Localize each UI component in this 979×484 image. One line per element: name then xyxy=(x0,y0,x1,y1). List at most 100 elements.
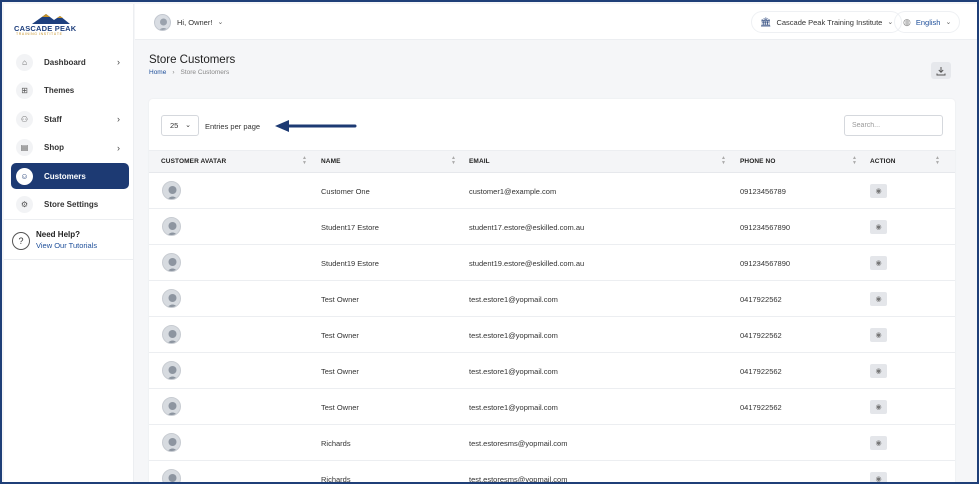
sidebar-item-dashboard[interactable]: ⌂ Dashboard › xyxy=(11,49,129,75)
view-button[interactable]: ◉ xyxy=(870,292,887,306)
table-header: CUSTOMER AVATAR ▲ ▼ NAME ▲ ▼ EMAIL ▲ ▼ PHON… xyxy=(149,150,955,173)
institute-name: Cascade Peak Training Institute xyxy=(776,17,883,27)
download-button[interactable] xyxy=(931,62,951,79)
search-input[interactable] xyxy=(844,115,943,136)
sidebar-item-label: Shop xyxy=(44,143,64,152)
column-header-avatar[interactable]: CUSTOMER AVATAR xyxy=(161,158,226,165)
view-button[interactable]: ◉ xyxy=(870,472,887,483)
user-icon: ☺ xyxy=(16,167,33,185)
download-icon xyxy=(936,66,946,75)
customer-email: test.estore1@yopmail.com xyxy=(469,403,558,412)
sidebar-item-label: Store Settings xyxy=(44,200,99,209)
customer-name: Student19 Estore xyxy=(321,259,379,268)
table-row: Test Owner test.estore1@yopmail.com 0417… xyxy=(149,353,955,389)
sort-icon[interactable]: ▲ ▼ xyxy=(852,156,857,166)
question-icon: ? xyxy=(12,232,30,250)
person-icon xyxy=(158,18,169,30)
entries-per-page-select[interactable]: 25 ⌄ xyxy=(161,115,199,136)
sidebar-item-themes[interactable]: ⊞ Themes xyxy=(11,78,129,104)
table-row: Richards test.estoresms@yopmail.com ◉ xyxy=(149,461,955,484)
customer-phone: 09123456789 xyxy=(740,187,786,196)
chevron-down-icon: ⌄ xyxy=(887,19,894,26)
avatar xyxy=(154,13,171,31)
view-button[interactable]: ◉ xyxy=(870,436,887,450)
view-button[interactable]: ◉ xyxy=(870,400,887,414)
customer-phone: 091234567890 xyxy=(740,223,791,232)
column-header-email[interactable]: EMAIL xyxy=(469,158,490,165)
tutorials-link[interactable]: View Our Tutorials xyxy=(36,241,97,250)
annotation-arrow-icon xyxy=(275,120,357,132)
eye-icon: ◉ xyxy=(875,368,882,375)
sort-icon[interactable]: ▲ ▼ xyxy=(935,156,940,166)
sidebar-item-label: Dashboard xyxy=(44,57,86,67)
brand-logo[interactable]: CASCADE PEAK TRAINING INSTITUTE xyxy=(14,12,94,36)
language-selector[interactable]: ◍ English ⌄ xyxy=(895,12,959,32)
person-icon xyxy=(167,330,178,343)
entries-value: 25 xyxy=(170,121,179,130)
customer-avatar xyxy=(162,433,181,452)
chevron-right-icon: › xyxy=(117,114,120,124)
building-icon: 🏛 xyxy=(760,16,772,27)
sidebar-item-label: Themes xyxy=(44,86,75,95)
table-row: Test Owner test.estore1@yopmail.com 0417… xyxy=(149,281,955,317)
divider xyxy=(4,219,134,220)
person-icon xyxy=(167,294,178,307)
eye-icon: ◉ xyxy=(875,404,882,411)
eye-icon: ◉ xyxy=(875,224,882,231)
person-icon xyxy=(167,222,178,235)
customer-avatar xyxy=(162,469,181,482)
shop-icon: ▤ xyxy=(16,139,33,156)
view-button[interactable]: ◉ xyxy=(870,328,887,342)
customer-avatar xyxy=(162,217,181,236)
sort-icon[interactable]: ▲ ▼ xyxy=(302,156,307,166)
sidebar-item-label: Customers xyxy=(44,171,86,181)
customer-phone: 0417922562 xyxy=(740,367,782,376)
eye-icon: ◉ xyxy=(875,440,882,447)
chevron-right-icon: › xyxy=(117,57,120,67)
home-icon: ⌂ xyxy=(16,53,33,71)
user-menu[interactable]: Hi, Owner! ⌄ xyxy=(154,12,223,32)
breadcrumb-home-link[interactable]: Home xyxy=(149,69,166,76)
sort-icon[interactable]: ▲ ▼ xyxy=(721,156,726,166)
customer-phone: 091234567890 xyxy=(740,259,791,268)
person-icon xyxy=(167,186,178,199)
sidebar-nav: ⌂ Dashboard › ⊞ Themes ⚇ Staff › ▤ Shop … xyxy=(11,49,129,220)
eye-icon: ◉ xyxy=(875,476,882,483)
column-header-phone[interactable]: PHONE NO xyxy=(740,158,775,165)
customer-phone: 0417922562 xyxy=(740,403,782,412)
sidebar-item-shop[interactable]: ▤ Shop › xyxy=(11,135,129,161)
sort-icon[interactable]: ▲ ▼ xyxy=(451,156,456,166)
users-icon: ⚇ xyxy=(16,110,33,128)
customer-name: Test Owner xyxy=(321,403,359,412)
breadcrumb-current: Store Customers xyxy=(180,69,230,76)
column-header-action: ACTION xyxy=(870,158,896,165)
column-header-name[interactable]: NAME xyxy=(321,158,341,165)
view-button[interactable]: ◉ xyxy=(870,184,887,198)
customer-name: Test Owner xyxy=(321,295,359,304)
person-icon xyxy=(167,366,178,379)
view-button[interactable]: ◉ xyxy=(870,364,887,378)
person-icon xyxy=(168,474,177,482)
customer-email: test.estoresms@yopmail.com xyxy=(469,475,568,484)
divider xyxy=(4,259,134,260)
customer-avatar xyxy=(162,325,181,344)
view-button[interactable]: ◉ xyxy=(870,220,887,234)
chevron-down-icon: ⌄ xyxy=(217,19,224,26)
person-icon xyxy=(167,438,178,451)
sidebar-item-staff[interactable]: ⚇ Staff › xyxy=(11,106,129,132)
sidebar-item-customers[interactable]: ☺ Customers xyxy=(11,163,129,189)
brand-tagline: TRAINING INSTITUTE xyxy=(16,32,63,36)
chevron-right-icon: › xyxy=(117,142,120,153)
view-button[interactable]: ◉ xyxy=(870,256,887,270)
page-title: Store Customers xyxy=(149,54,236,66)
sidebar-item-store-settings[interactable]: ⚙ Store Settings xyxy=(11,192,129,218)
chevron-down-icon: ⌄ xyxy=(185,122,191,129)
institute-selector[interactable]: 🏛 Cascade Peak Training Institute ⌄ xyxy=(752,12,902,32)
eye-icon: ◉ xyxy=(875,296,882,303)
table-row: Test Owner test.estore1@yopmail.com 0417… xyxy=(149,317,955,353)
table-body: Customer One customer1@example.com 09123… xyxy=(149,173,955,484)
eye-icon: ◉ xyxy=(875,260,882,267)
table-row: Test Owner test.estore1@yopmail.com 0417… xyxy=(149,389,955,425)
sidebar: CASCADE PEAK TRAINING INSTITUTE ⌂ Dashbo… xyxy=(4,4,134,482)
table-row: Student19 Estore student19.estore@eskill… xyxy=(149,245,955,281)
